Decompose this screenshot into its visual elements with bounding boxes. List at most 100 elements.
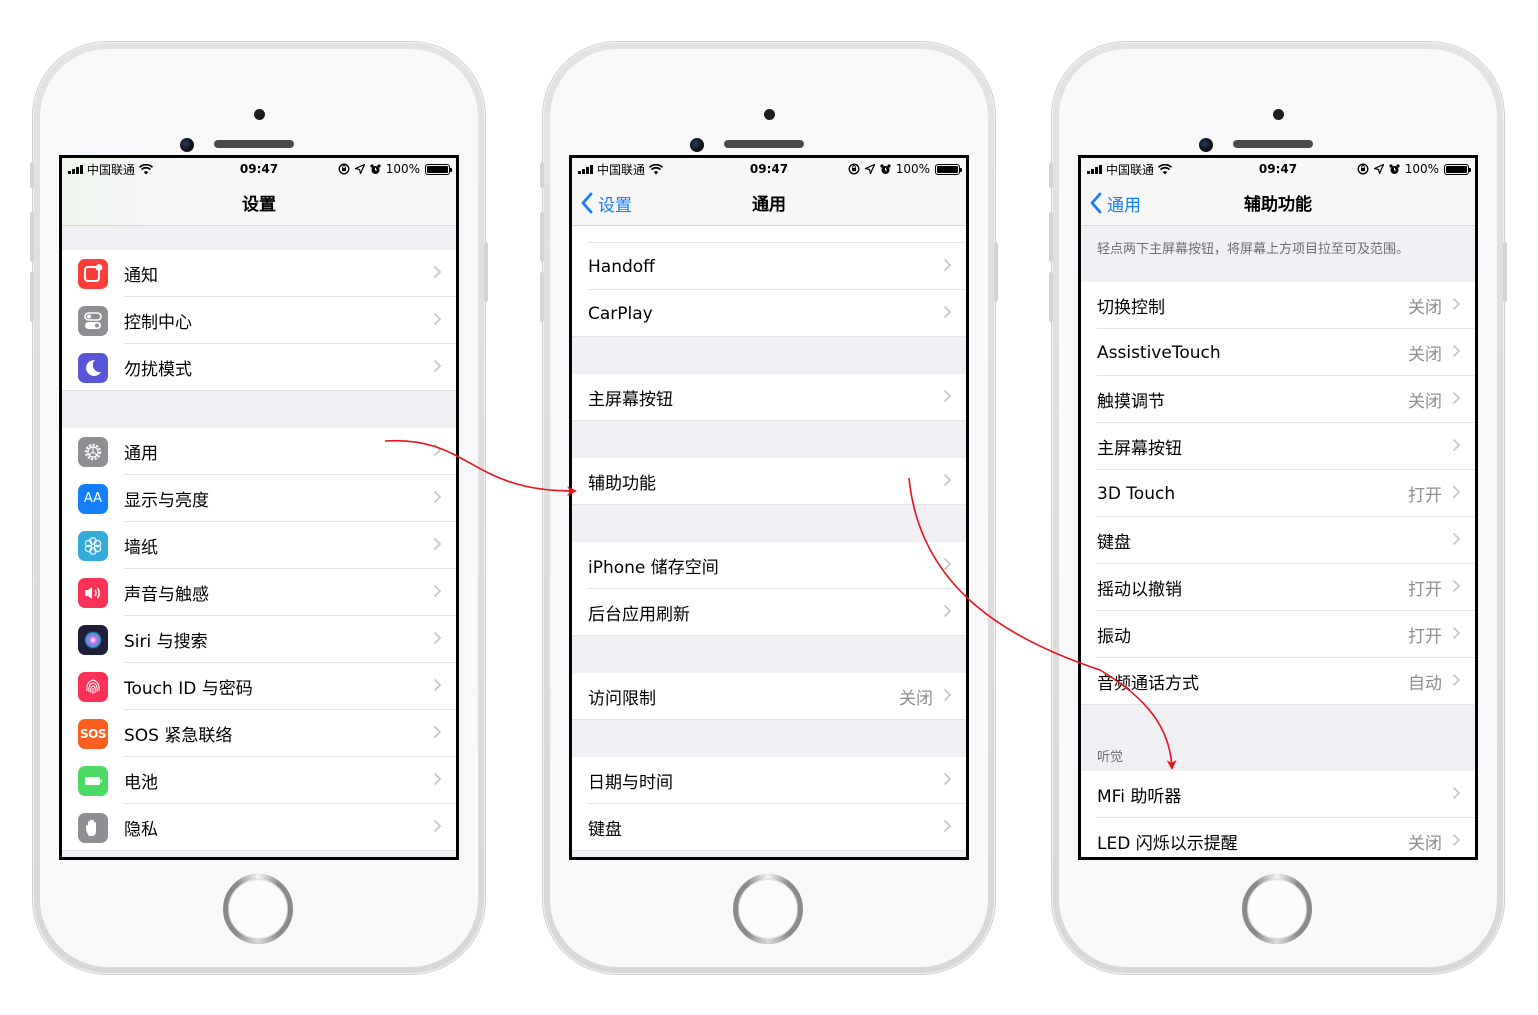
chevron-right-icon — [1452, 785, 1461, 804]
settings-row[interactable]: 墙纸 — [62, 522, 456, 569]
row-label: 通用 — [124, 444, 158, 464]
row-value: 打开 — [1408, 627, 1442, 647]
row-label: LED 闪烁以示提醒 — [1097, 834, 1238, 854]
row-label: 辅助功能 — [588, 474, 656, 494]
chevron-right-icon — [943, 771, 952, 790]
settings-row[interactable]: 访问限制 关闭 — [572, 673, 966, 720]
settings-row[interactable]: CarPlay — [572, 290, 966, 337]
battery-icon — [425, 163, 452, 175]
volume-up-button — [30, 212, 34, 262]
chevron-right-icon — [943, 304, 952, 323]
row-value: 关闭 — [1408, 834, 1442, 854]
mute-switch — [1049, 162, 1053, 188]
settings-row[interactable]: 振动 打开 — [1081, 611, 1475, 658]
chevron-right-icon — [1452, 343, 1461, 362]
settings-row[interactable]: 日期与时间 — [572, 757, 966, 804]
settings-row[interactable]: 通用 — [62, 428, 456, 475]
settings-row[interactable]: 触摸调节 关闭 — [1081, 376, 1475, 423]
status-bar: 中国联通 09:47 100% — [572, 158, 966, 180]
phone-screen: 中国联通 09:47 100% 设置 通用 Handoff CarPlay 主屏… — [569, 155, 969, 860]
sos-icon: SOS — [78, 718, 108, 749]
settings-row[interactable]: 键盘 — [572, 804, 966, 851]
settings-row[interactable]: 音频通话方式 自动 — [1081, 658, 1475, 705]
row-label: Handoff — [588, 256, 655, 277]
settings-row[interactable]: 电池 — [62, 757, 456, 804]
power-button — [994, 242, 998, 302]
list-row-partial — [572, 226, 966, 243]
chevron-right-icon — [433, 264, 442, 283]
chevron-right-icon — [433, 358, 442, 377]
settings-row[interactable]: SOS SOS 紧急联络 — [62, 710, 456, 757]
section-gap — [572, 636, 966, 673]
settings-row[interactable]: AA 显示与亮度 — [62, 475, 456, 522]
settings-list[interactable]: 通知 控制中心 勿扰模式 通用 AA 显示与亮度 墙纸 声音与触感 Siri 与… — [62, 226, 456, 857]
settings-row[interactable]: 主屏幕按钮 — [572, 374, 966, 421]
row-value: 打开 — [1408, 486, 1442, 506]
settings-row[interactable]: 辅助功能 — [572, 458, 966, 505]
chevron-right-icon — [943, 603, 952, 622]
settings-list[interactable]: 轻点两下主屏幕按钮，将屏幕上方项目拉至可及范围。 切换控制 关闭 Assisti… — [1081, 226, 1475, 857]
settings-row[interactable]: LED 闪烁以示提醒 关闭 — [1081, 818, 1475, 857]
settings-row[interactable]: 后台应用刷新 — [572, 589, 966, 636]
earpiece-speaker — [1233, 140, 1313, 148]
row-label: 触摸调节 — [1097, 392, 1165, 412]
settings-row[interactable]: 勿扰模式 — [62, 344, 456, 391]
chevron-right-icon — [433, 489, 442, 508]
home-button[interactable] — [1242, 874, 1312, 944]
chevron-left-icon — [1090, 192, 1102, 214]
orientation-lock-icon — [848, 163, 860, 175]
section-gap — [62, 391, 456, 428]
settings-row[interactable]: AssistiveTouch 关闭 — [1081, 329, 1475, 376]
settings-row[interactable]: 摇动以撤销 打开 — [1081, 564, 1475, 611]
settings-row[interactable]: 控制中心 — [62, 297, 456, 344]
sound-speaker-icon — [78, 577, 108, 608]
settings-row[interactable]: 隐私 — [62, 804, 456, 851]
settings-list[interactable]: Handoff CarPlay 主屏幕按钮 辅助功能 iPhone 储存空间 后… — [572, 226, 966, 857]
status-bar: 中国联通 09:47 100% — [62, 158, 456, 180]
home-button[interactable] — [733, 874, 803, 944]
power-button — [1503, 242, 1507, 302]
chevron-right-icon — [943, 472, 952, 491]
page-title: 通用 — [752, 195, 786, 215]
row-value: 关闭 — [1408, 392, 1442, 412]
chevron-right-icon — [1452, 296, 1461, 315]
chevron-right-icon — [943, 687, 952, 706]
siri-icon — [78, 624, 108, 655]
settings-row[interactable]: 声音与触感 — [62, 569, 456, 616]
chevron-right-icon — [1452, 531, 1461, 550]
phone-screen: 中国联通 09:47 100% 设置 通知 控制中心 勿扰模式 通用 AA 显示… — [59, 155, 459, 860]
row-label: 键盘 — [588, 820, 622, 840]
back-button[interactable]: 设置 — [580, 180, 632, 226]
location-arrow-icon — [1373, 164, 1384, 174]
home-button[interactable] — [223, 874, 293, 944]
row-label: 键盘 — [1097, 533, 1131, 553]
front-camera — [180, 138, 194, 152]
settings-row[interactable]: Touch ID 与密码 — [62, 663, 456, 710]
back-button-label: 通用 — [1107, 195, 1141, 216]
settings-row[interactable]: MFi 助听器 — [1081, 771, 1475, 818]
chevron-right-icon — [943, 818, 952, 837]
settings-row[interactable]: Handoff — [572, 243, 966, 290]
row-label: 声音与触感 — [124, 585, 209, 605]
carrier-label: 中国联通 — [87, 162, 136, 177]
notifications-icon — [78, 258, 108, 289]
back-button[interactable]: 通用 — [1089, 180, 1141, 226]
settings-row[interactable]: 键盘 — [1081, 517, 1475, 564]
battery-percent: 100% — [385, 162, 420, 176]
settings-row[interactable]: 通知 — [62, 250, 456, 297]
battery-icon — [1444, 163, 1471, 175]
row-label: 访问限制 — [588, 689, 656, 709]
row-label: 切换控制 — [1097, 298, 1165, 318]
chevron-right-icon — [1452, 437, 1461, 456]
page-title: 辅助功能 — [1244, 195, 1312, 215]
settings-row[interactable]: Siri 与搜索 — [62, 616, 456, 663]
settings-row[interactable]: 主屏幕按钮 — [1081, 423, 1475, 470]
wifi-icon — [649, 163, 664, 174]
settings-row[interactable]: iPhone 储存空间 — [572, 542, 966, 589]
settings-row[interactable]: 切换控制 关闭 — [1081, 282, 1475, 329]
settings-row[interactable]: 3D Touch 打开 — [1081, 470, 1475, 517]
carrier-label: 中国联通 — [597, 162, 646, 177]
row-label: SOS 紧急联络 — [124, 726, 233, 746]
volume-up-button — [1049, 212, 1053, 262]
chevron-right-icon — [433, 536, 442, 555]
